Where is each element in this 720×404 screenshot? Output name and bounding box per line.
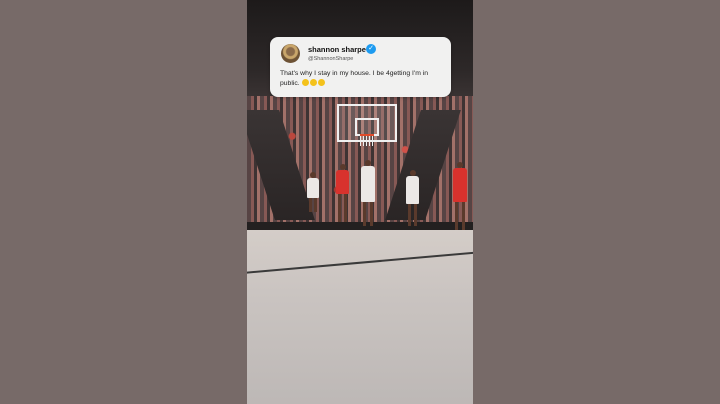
laughing-emoji-icon [309, 79, 317, 86]
verified-badge-icon: ✓ [366, 44, 376, 54]
laughing-emoji-icon [317, 79, 325, 86]
laughing-emoji-icon [301, 79, 309, 86]
right-letterbox [473, 0, 720, 404]
basketball-hoop [360, 134, 374, 146]
tweet-card[interactable]: shannon sharpe ✓ @ShannonSharpe That's w… [270, 37, 451, 97]
baseline-signage [247, 222, 473, 230]
tweet-author-handle[interactable]: @ShannonSharpe [308, 56, 353, 62]
tweet-author-name[interactable]: shannon sharpe [308, 45, 366, 54]
avatar[interactable] [281, 44, 300, 63]
tweet-body: That's why I stay in my house. I be 4get… [280, 69, 445, 89]
left-letterbox [0, 0, 247, 404]
